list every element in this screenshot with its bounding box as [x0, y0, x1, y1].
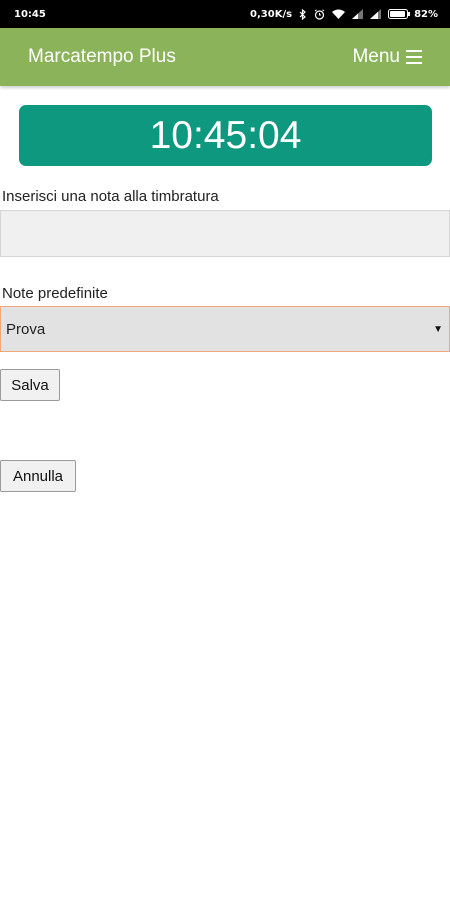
battery-icon — [388, 9, 411, 19]
battery-percent: 82% — [414, 8, 438, 20]
clock-display: 10:45:04 — [19, 105, 432, 166]
menu-button[interactable]: Menu — [352, 46, 422, 68]
signal-icon — [370, 9, 382, 19]
menu-label: Menu — [352, 46, 400, 67]
note-label: Inserisci una nota alla timbratura — [2, 188, 219, 205]
preset-notes-selected-value: Prova — [6, 320, 46, 338]
alarm-icon — [314, 8, 325, 20]
network-speed: 0,30K/s — [250, 8, 293, 20]
wifi-icon — [332, 9, 346, 19]
bluetooth-icon — [299, 8, 307, 20]
note-input[interactable] — [0, 210, 450, 257]
status-bar: 10:45 0,30K/s 82% — [0, 0, 450, 28]
status-time: 10:45 — [14, 8, 46, 20]
save-button[interactable]: Salva — [0, 369, 60, 401]
signal-icon — [352, 9, 364, 19]
dropdown-arrow-icon: ▼ — [433, 323, 443, 335]
app-bar: Marcatempo Plus Menu — [0, 28, 450, 86]
cancel-button[interactable]: Annulla — [0, 460, 76, 492]
hamburger-icon — [406, 50, 422, 64]
preset-notes-label: Note predefinite — [2, 285, 108, 302]
battery: 82% — [388, 9, 438, 20]
preset-notes-select[interactable]: Prova ▼ — [0, 306, 450, 352]
status-icons: 0,30K/s 82% — [250, 8, 438, 20]
app-title: Marcatempo Plus — [28, 46, 176, 67]
